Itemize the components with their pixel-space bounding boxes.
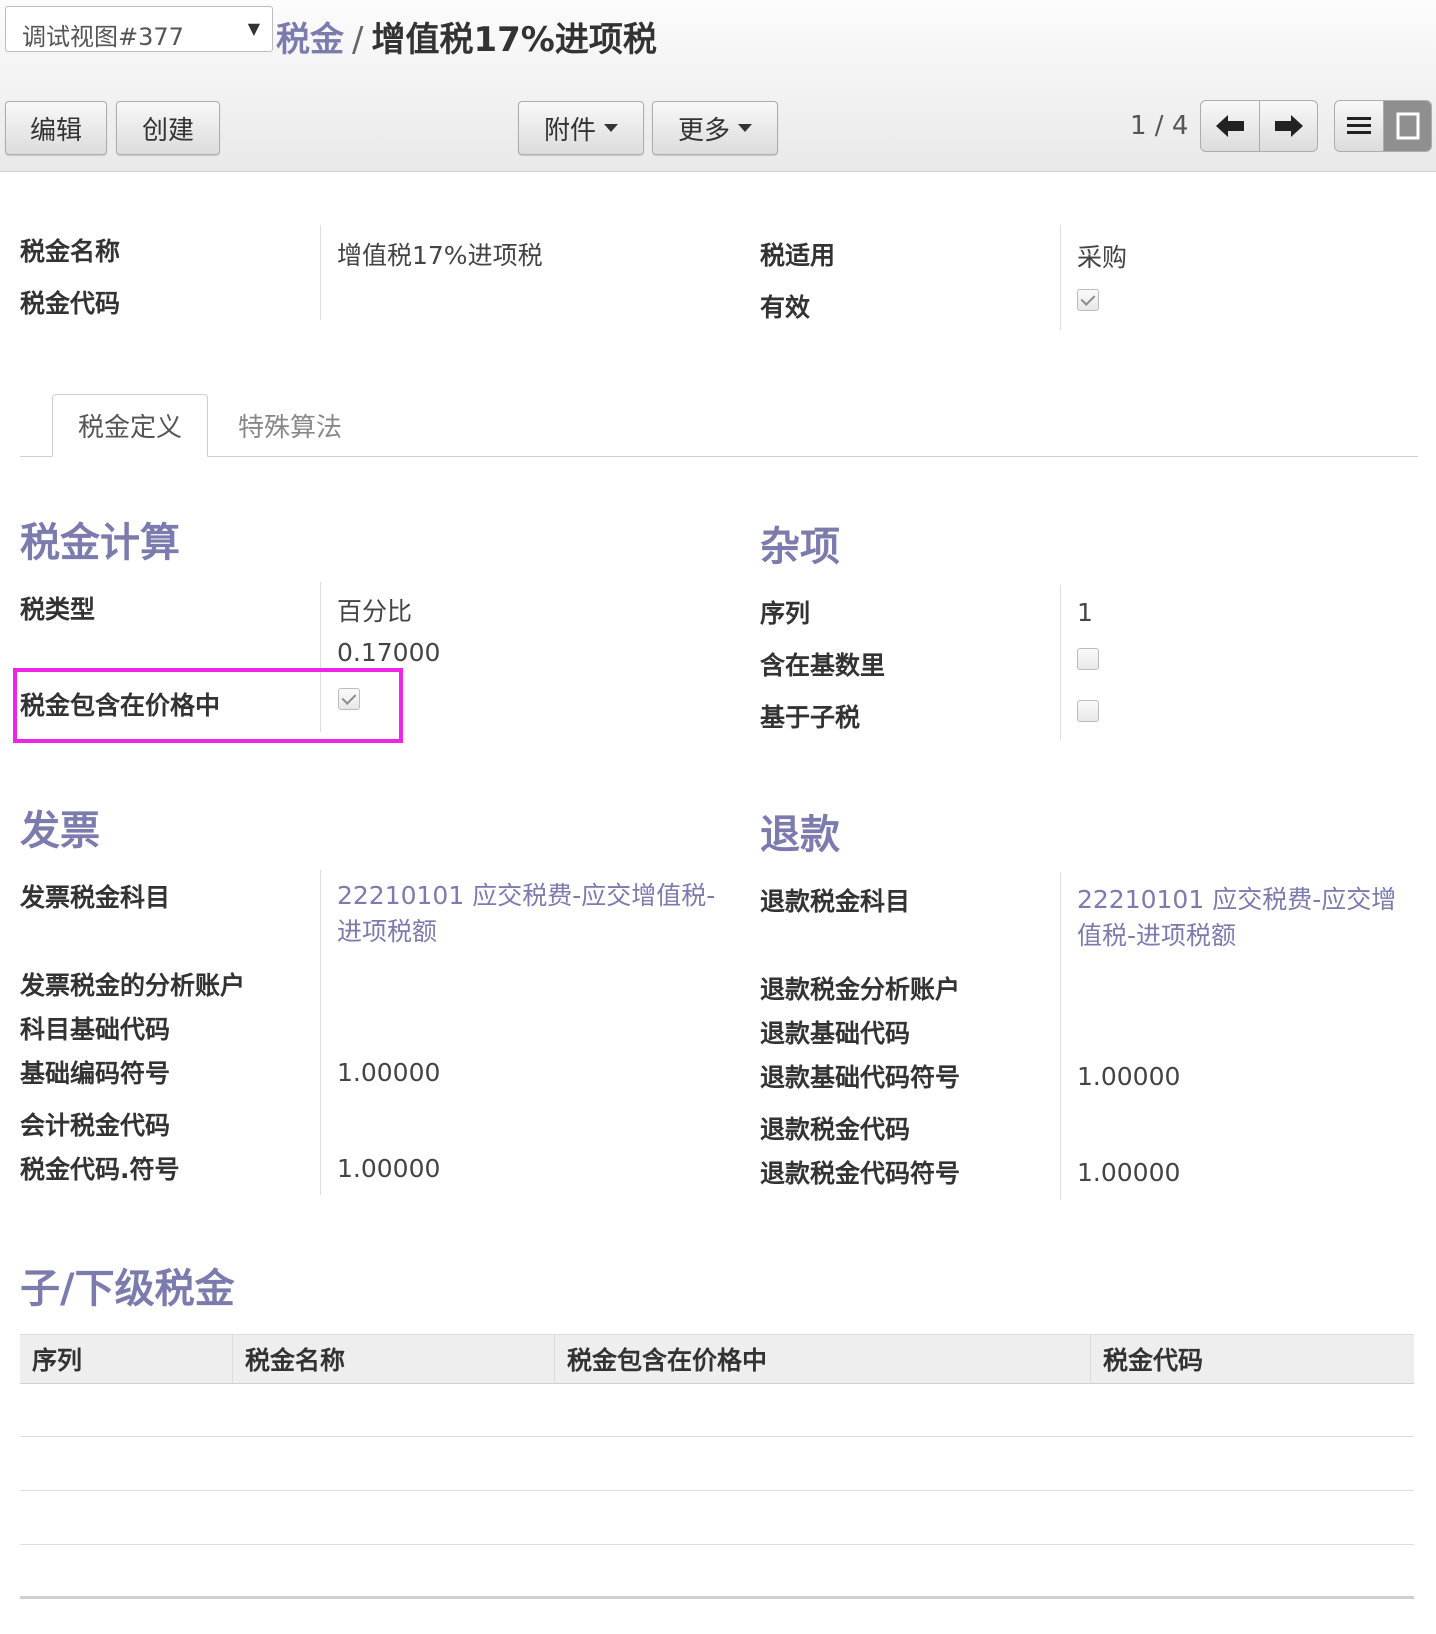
invoice-tax-sign-value: 1.00000 [337, 1154, 441, 1183]
sequence-label: 序列 [760, 599, 811, 628]
include-base-label: 含在基数里 [760, 651, 886, 680]
invoice-analytic-label: 发票税金的分析账户 [20, 971, 246, 1000]
more-label: 更多 [677, 115, 730, 146]
invoice-tax-sign-label: 税金代码.符号 [20, 1155, 180, 1184]
table-row [20, 1490, 1414, 1491]
invoice-base-sign-label: 基础编码符号 [20, 1059, 171, 1088]
pager-previous-button[interactable] [1201, 101, 1259, 151]
child-taxes-table-header: 序列 税金名称 税金包含在价格中 税金代码 [20, 1334, 1414, 1384]
field-divider [1060, 872, 1061, 1200]
tax-name-label: 税金名称 [20, 237, 121, 266]
form-icon [1396, 112, 1419, 140]
refund-tax-code-label: 退款税金代码 [760, 1115, 911, 1144]
refund-tax-sign-label: 退款税金代码符号 [760, 1159, 961, 1188]
field-divider [1060, 585, 1061, 740]
table-footer [20, 1596, 1414, 1599]
view-switcher [1334, 100, 1432, 152]
refund-analytic-label: 退款税金分析账户 [760, 975, 961, 1004]
table-row [20, 1436, 1414, 1437]
debug-view-select[interactable]: 调试视图#377 ▼ [5, 6, 273, 52]
edit-button-label: 编辑 [29, 115, 82, 146]
refund-base-sign-label: 退款基础代码符号 [760, 1063, 961, 1092]
field-divider [320, 870, 321, 1195]
refunds-title: 退款 [760, 812, 840, 858]
misc-title: 杂项 [760, 524, 840, 570]
more-dropdown[interactable]: 更多 [652, 101, 778, 155]
tax-scope-value: 采购 [1077, 243, 1128, 272]
list-view-button[interactable] [1335, 101, 1383, 151]
breadcrumb-parent-link[interactable]: 税金 [276, 20, 344, 60]
include-base-checkbox[interactable] [1077, 648, 1099, 670]
create-button-label: 创建 [141, 115, 194, 146]
caret-down-icon [604, 124, 618, 132]
breadcrumb-separator: / [352, 20, 364, 60]
highlight-box [13, 668, 403, 743]
child-taxes-title: 子/下级税金 [20, 1266, 235, 1312]
tax-amount-value: 0.17000 [337, 638, 441, 667]
pager-value[interactable]: 1 / 4 [1130, 111, 1188, 141]
invoice-base-sign-value: 1.00000 [337, 1058, 441, 1087]
invoice-base-code-label: 科目基础代码 [20, 1015, 171, 1044]
sequence-value: 1 [1077, 598, 1093, 627]
tab-tax-definition[interactable]: 税金定义 [52, 394, 208, 457]
child-depend-label: 基于子税 [760, 703, 861, 732]
tax-type-value: 百分比 [337, 597, 413, 626]
tax-scope-label: 税适用 [760, 241, 836, 270]
control-panel: 调试视图#377 ▼ 税金 / 增值税17%进项税 编辑 创建 附件 更多 1 / … [0, 0, 1436, 172]
tax-name-value: 增值税17%进项税 [337, 241, 543, 270]
debug-view-select-value: 调试视图#377 [22, 23, 184, 51]
tax-type-label: 税类型 [20, 595, 96, 624]
pager-buttons [1200, 100, 1318, 152]
column-header-sequence[interactable]: 序列 [20, 1335, 232, 1383]
refund-base-sign-value: 1.00000 [1077, 1062, 1181, 1091]
attachments-dropdown[interactable]: 附件 [518, 101, 644, 155]
refund-account-link[interactable]: 22210101 应交税费-应交增值税-进项税额 [1077, 882, 1417, 954]
arrow-left-icon [1216, 115, 1244, 137]
list-icon [1347, 117, 1371, 134]
refund-tax-sign-value: 1.00000 [1077, 1158, 1181, 1187]
tax-computation-title: 税金计算 [20, 520, 180, 566]
breadcrumb: 税金 / 增值税17%进项税 [276, 12, 657, 61]
column-header-tax-name[interactable]: 税金名称 [232, 1335, 554, 1383]
tab-special-computation[interactable]: 特殊算法 [220, 394, 360, 457]
child-depend-checkbox[interactable] [1077, 700, 1099, 722]
refund-account-label: 退款税金科目 [760, 887, 911, 916]
active-checkbox[interactable] [1077, 289, 1099, 311]
pager-next-button[interactable] [1259, 101, 1317, 151]
refund-base-code-label: 退款基础代码 [760, 1019, 911, 1048]
field-divider [320, 225, 321, 320]
caret-down-icon [738, 124, 752, 132]
invoice-account-label: 发票税金科目 [20, 883, 171, 912]
create-button[interactable]: 创建 [116, 101, 220, 155]
breadcrumb-current: 增值税17%进项税 [371, 20, 657, 60]
column-header-tax-code[interactable]: 税金代码 [1090, 1335, 1414, 1383]
table-row [20, 1544, 1414, 1545]
tax-code-label: 税金代码 [20, 289, 121, 318]
arrow-right-icon [1274, 115, 1303, 137]
form-view-button[interactable] [1383, 101, 1431, 151]
field-divider [1060, 225, 1061, 330]
invoice-tax-code-label: 会计税金代码 [20, 1111, 171, 1140]
invoice-account-link[interactable]: 22210101 应交税费-应交增值税-进项税额 [337, 878, 727, 950]
attachments-label: 附件 [543, 115, 596, 146]
select-caret-icon: ▼ [247, 19, 260, 38]
invoices-title: 发票 [20, 808, 100, 854]
tab-tax-definition-label: 税金定义 [77, 413, 182, 443]
tab-special-computation-label: 特殊算法 [237, 413, 342, 443]
column-header-price-include[interactable]: 税金包含在价格中 [554, 1335, 1090, 1383]
active-label: 有效 [760, 293, 811, 322]
edit-button[interactable]: 编辑 [5, 101, 107, 155]
